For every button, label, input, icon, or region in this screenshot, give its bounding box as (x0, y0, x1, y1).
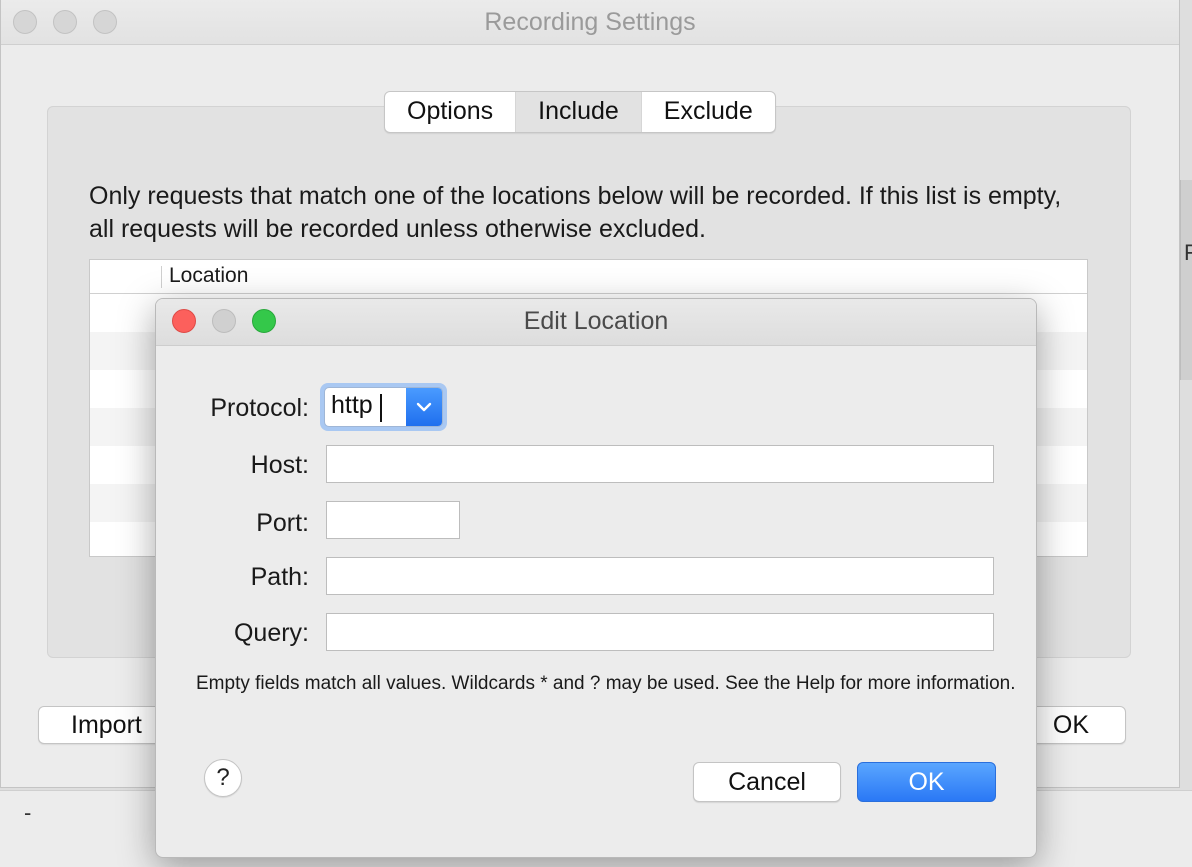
ok-button[interactable]: OK (857, 762, 996, 802)
background-window-letter: F (1184, 240, 1192, 265)
cancel-button[interactable]: Cancel (693, 762, 841, 802)
window-titlebar: Recording Settings (1, 0, 1179, 45)
column-header-location[interactable]: Location (169, 264, 248, 288)
tab-exclude[interactable]: Exclude (640, 92, 775, 132)
background-dash: - (24, 800, 32, 825)
dialog-title: Edit Location (523, 307, 669, 335)
wildcard-hint: Empty fields match all values. Wildcards… (196, 673, 1016, 694)
tab-bar: Options Include Exclude (384, 91, 776, 133)
chevron-down-icon[interactable] (406, 388, 442, 426)
host-input[interactable] (326, 445, 994, 483)
edit-location-dialog: Edit Location Protocol: http Host: Port:… (155, 298, 1037, 858)
dialog-titlebar: Edit Location (156, 299, 1036, 346)
path-label: Path: (250, 563, 309, 591)
tab-include[interactable]: Include (515, 92, 641, 132)
port-input[interactable] (326, 501, 460, 539)
tab-options[interactable]: Options (385, 92, 515, 132)
query-input[interactable] (326, 613, 994, 651)
path-input[interactable] (326, 557, 994, 595)
column-separator[interactable] (161, 266, 162, 288)
protocol-select-focus-ring: http (320, 383, 447, 431)
protocol-select[interactable]: http (324, 387, 443, 427)
include-description: Only requests that match one of the loca… (89, 182, 1062, 243)
protocol-value: http (331, 391, 373, 419)
background-window-edge (1180, 180, 1192, 380)
port-label: Port: (256, 509, 309, 537)
table-header: Location (90, 260, 1087, 294)
window-title: Recording Settings (484, 8, 696, 36)
query-label: Query: (233, 619, 309, 647)
host-label: Host: (250, 451, 309, 479)
protocol-label: Protocol: (210, 394, 309, 422)
text-caret (380, 394, 382, 422)
help-button[interactable]: ? (204, 759, 242, 797)
